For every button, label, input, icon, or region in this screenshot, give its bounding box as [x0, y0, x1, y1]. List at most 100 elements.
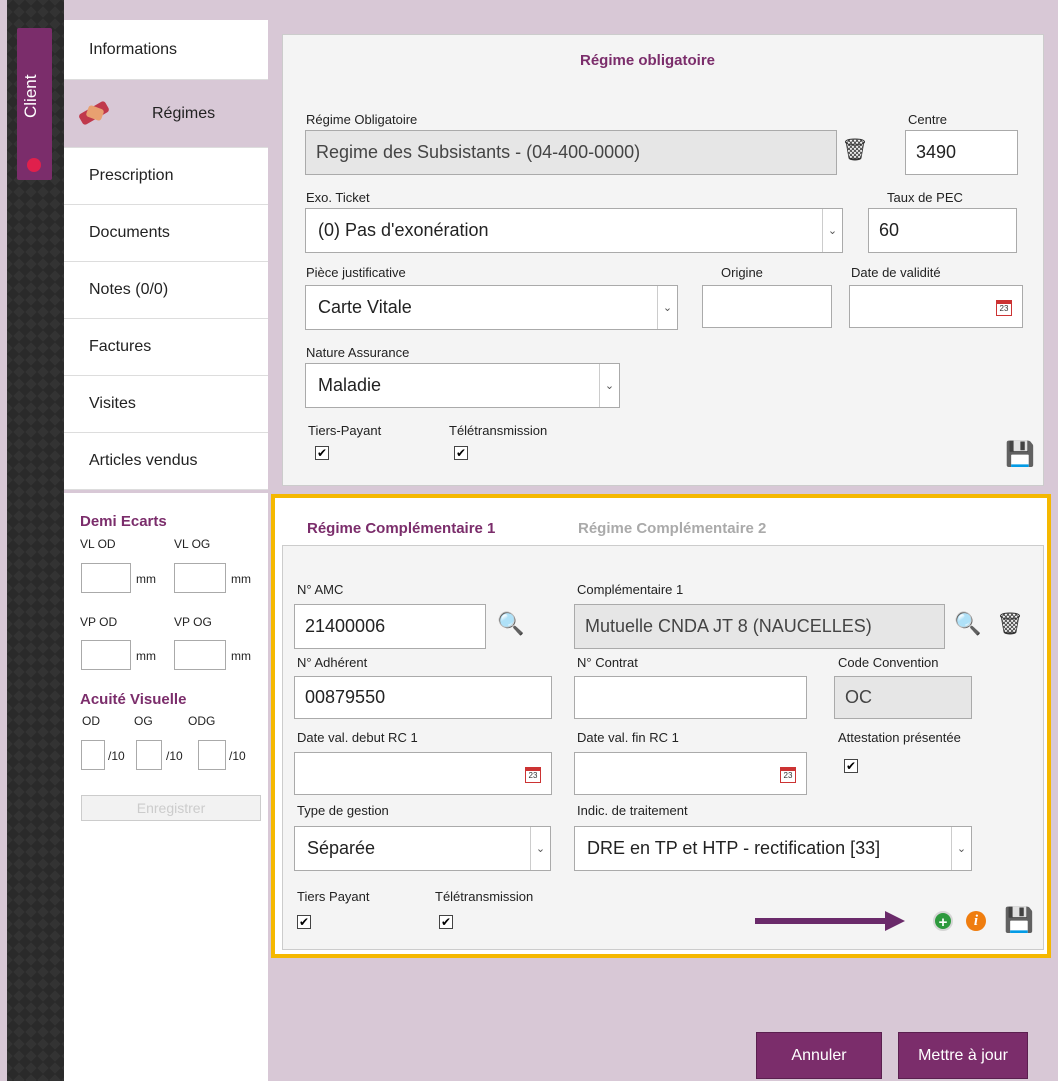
handshake-icon — [64, 85, 124, 142]
attestation-label: Attestation présentée — [838, 730, 961, 745]
attestation-checkbox[interactable]: ✔ — [844, 759, 858, 773]
complementaire-field[interactable]: Mutuelle CNDA JT 8 (NAUCELLES) — [574, 604, 945, 649]
sidebar-nav: Informations Régimes Prescription Docume… — [64, 20, 268, 490]
teletransmission-checkbox[interactable]: ✔ — [439, 915, 453, 929]
search-icon[interactable]: 🔍 — [954, 611, 981, 637]
origine-label: Origine — [721, 265, 763, 280]
acuite-title: Acuité Visuelle — [80, 691, 187, 708]
regime-field[interactable]: Regime des Subsistants - (04-400-0000) — [305, 130, 837, 175]
calendar-icon[interactable]: 23 — [996, 300, 1012, 316]
origine-field[interactable] — [702, 285, 832, 328]
trash-icon[interactable]: 🗑 — [841, 137, 869, 163]
sidebar-item-label: Régimes — [152, 104, 216, 122]
regime-complementaire-panel: N° AMC 21400006 🔍 Complémentaire 1 Mutue… — [282, 545, 1044, 950]
acuite-odg-label: ODG — [188, 714, 216, 728]
tab-regime-complementaire-2[interactable]: Régime Complémentaire 2 — [578, 520, 766, 537]
sidebar-item-factures[interactable]: Factures — [64, 319, 268, 376]
teletransmission-checkbox[interactable]: ✔ — [454, 446, 468, 460]
chevron-down-icon: ⌄ — [951, 827, 971, 870]
sidebar-item-label: Articles vendus — [89, 452, 198, 469]
vl-od-input[interactable] — [81, 563, 131, 593]
amc-field[interactable]: 21400006 — [294, 604, 486, 649]
add-icon[interactable]: + — [933, 911, 953, 931]
sidebar-item-informations[interactable]: Informations — [64, 20, 268, 80]
date-fin-label: Date val. fin RC 1 — [577, 730, 679, 745]
date-validite-label: Date de validité — [851, 265, 941, 280]
client-tab-label: Client — [21, 74, 40, 118]
centre-field[interactable]: 3490 — [905, 130, 1018, 175]
tab-regime-complementaire-1[interactable]: Régime Complémentaire 1 — [307, 520, 495, 537]
acuite-od-label: OD — [82, 714, 100, 728]
regime-obligatoire-title: Régime obligatoire — [580, 52, 716, 69]
type-gestion-value: Séparée — [307, 838, 376, 858]
regime-label: Régime Obligatoire — [306, 112, 418, 127]
amc-label: N° AMC — [297, 582, 344, 597]
exo-ticket-select[interactable]: (0) Pas d'exonération ⌄ — [305, 208, 843, 253]
acuite-od-unit: /10 — [108, 749, 125, 763]
tiers-payant-label: Tiers-Payant — [308, 423, 382, 438]
tiers-payant-checkbox[interactable]: ✔ — [297, 915, 311, 929]
contrat-field[interactable] — [574, 676, 807, 719]
sidebar-item-label: Notes (0/0) — [89, 281, 169, 298]
annuler-button[interactable]: Annuler — [756, 1032, 882, 1079]
indic-traitement-value: DRE en TP et HTP - rectification [33] — [587, 838, 881, 858]
acuite-og-label: OG — [134, 714, 153, 728]
chevron-down-icon: ⌄ — [530, 827, 550, 870]
sidebar-item-prescription[interactable]: Prescription — [64, 148, 268, 205]
save-icon[interactable]: 💾 — [1004, 906, 1034, 935]
client-tab[interactable]: Client — [17, 28, 52, 180]
sidebar-item-regimes[interactable]: Régimes — [64, 80, 268, 148]
save-icon[interactable]: 💾 — [1005, 440, 1035, 469]
calendar-icon[interactable]: 23 — [525, 767, 541, 783]
adherent-field[interactable]: 00879550 — [294, 676, 552, 719]
teletransmission-label: Télétransmission — [435, 889, 534, 904]
nature-assurance-value: Maladie — [318, 375, 382, 395]
acuite-og-unit: /10 — [166, 749, 183, 763]
date-validite-field[interactable]: 23 — [849, 285, 1023, 328]
piece-justificative-select[interactable]: Carte Vitale ⌄ — [305, 285, 678, 330]
enregistrer-button[interactable]: Enregistrer — [81, 795, 261, 821]
vl-od-label: VL OD — [80, 537, 116, 551]
vp-od-label: VP OD — [80, 615, 118, 629]
date-fin-field[interactable]: 23 — [574, 752, 807, 795]
vp-od-input[interactable] — [81, 640, 131, 670]
code-convention-field[interactable]: OC — [834, 676, 972, 719]
teletransmission-label: Télétransmission — [449, 423, 548, 438]
acuite-odg-input[interactable] — [198, 740, 226, 770]
indic-traitement-select[interactable]: DRE en TP et HTP - rectification [33] ⌄ — [574, 826, 972, 871]
nature-assurance-select[interactable]: Maladie ⌄ — [305, 363, 620, 408]
chevron-down-icon: ⌄ — [599, 364, 619, 407]
sidebar-item-notes[interactable]: Notes (0/0) — [64, 262, 268, 319]
mettre-a-jour-button[interactable]: Mettre à jour — [898, 1032, 1028, 1079]
client-icon — [27, 158, 41, 172]
chevron-down-icon: ⌄ — [657, 286, 677, 329]
arrow-annotation — [755, 911, 905, 931]
nature-assurance-label: Nature Assurance — [306, 345, 410, 360]
info-icon[interactable]: i — [966, 911, 986, 931]
trash-icon[interactable]: 🗑 — [996, 611, 1024, 637]
demi-ecarts-title: Demi Ecarts — [80, 513, 167, 530]
indic-traitement-label: Indic. de traitement — [577, 803, 688, 818]
taux-pec-field[interactable]: 60 — [868, 208, 1017, 253]
date-debut-field[interactable]: 23 — [294, 752, 552, 795]
acuite-od-input[interactable] — [81, 740, 105, 770]
date-debut-label: Date val. debut RC 1 — [297, 730, 418, 745]
vl-og-input[interactable] — [174, 563, 226, 593]
vp-og-input[interactable] — [174, 640, 226, 670]
exo-ticket-value: (0) Pas d'exonération — [318, 220, 489, 240]
acuite-og-input[interactable] — [136, 740, 162, 770]
centre-label: Centre — [908, 112, 948, 127]
search-icon[interactable]: 🔍 — [497, 611, 524, 637]
calendar-icon[interactable]: 23 — [780, 767, 796, 783]
code-convention-label: Code Convention — [838, 655, 939, 670]
vp-od-unit: mm — [136, 649, 156, 663]
sidebar-item-label: Prescription — [89, 167, 174, 184]
sidebar-item-documents[interactable]: Documents — [64, 205, 268, 262]
taux-pec-label: Taux de PEC — [887, 190, 963, 205]
vl-od-unit: mm — [136, 572, 156, 586]
type-gestion-select[interactable]: Séparée ⌄ — [294, 826, 551, 871]
sidebar-item-articles-vendus[interactable]: Articles vendus — [64, 433, 268, 490]
complementaire-label: Complémentaire 1 — [577, 582, 684, 597]
sidebar-item-visites[interactable]: Visites — [64, 376, 268, 433]
tiers-payant-checkbox[interactable]: ✔ — [315, 446, 329, 460]
